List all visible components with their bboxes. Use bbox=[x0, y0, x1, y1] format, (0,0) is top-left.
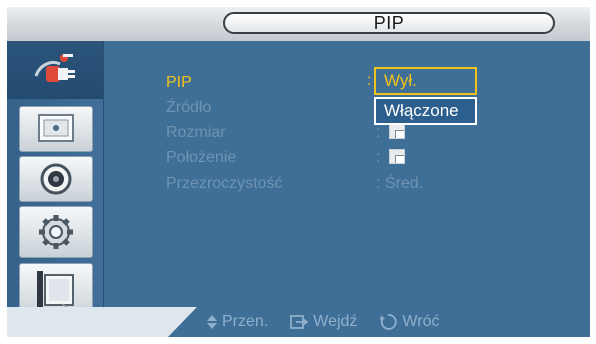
menu-option-position[interactable]: Położenie bbox=[166, 149, 236, 167]
title-bar: PIP bbox=[7, 7, 590, 42]
help-return-label: Wróć bbox=[402, 313, 440, 330]
help-move-label: Przen. bbox=[222, 313, 269, 330]
position-colon: : bbox=[376, 149, 381, 166]
up-down-arrow-icon bbox=[207, 315, 217, 329]
help-return: Wróć bbox=[379, 313, 439, 331]
sidebar-item-sound[interactable] bbox=[19, 156, 93, 202]
help-bar: Przen. Wejdź Wróć bbox=[7, 307, 590, 337]
menu-option-source[interactable]: Źródło bbox=[166, 99, 211, 117]
dropdown-option-off[interactable]: Wył. bbox=[374, 67, 477, 95]
sidebar-item-settings[interactable] bbox=[19, 206, 93, 258]
help-enter: Wejdź bbox=[290, 313, 357, 331]
help-hints: Przen. Wejdź Wróć bbox=[207, 313, 439, 331]
sidebar-item-picture[interactable] bbox=[19, 106, 93, 152]
input-plug-icon bbox=[30, 50, 80, 90]
enter-icon bbox=[290, 314, 309, 330]
pip-dropdown[interactable]: Wył. Włączone bbox=[374, 67, 477, 128]
page-title: PIP bbox=[373, 12, 405, 33]
dropdown-option-on[interactable]: Włączone bbox=[374, 97, 477, 125]
menu-option-size[interactable]: Rozmiar bbox=[166, 124, 226, 142]
position-preview-icon bbox=[388, 149, 405, 164]
sound-speaker-icon bbox=[36, 161, 76, 197]
picture-icon bbox=[36, 112, 76, 146]
menu-option-pip[interactable]: PIP bbox=[166, 74, 192, 92]
pip-value-colon: : bbox=[367, 72, 372, 89]
help-enter-label: Wejdź bbox=[313, 313, 358, 330]
sidebar-item-input[interactable] bbox=[7, 41, 103, 99]
sidebar bbox=[7, 41, 104, 323]
settings-gear-icon bbox=[36, 212, 76, 252]
position-value: : bbox=[376, 149, 405, 167]
menu-panel: PIP Źródło Rozmiar Położenie Przezroczys… bbox=[7, 41, 590, 323]
help-bar-light-segment bbox=[7, 307, 197, 337]
transparency-value: : Śred. bbox=[376, 175, 424, 192]
return-icon bbox=[379, 313, 398, 331]
menu-option-transparency[interactable]: Przezroczystość bbox=[166, 175, 282, 193]
help-move: Przen. bbox=[207, 313, 268, 331]
title-pill: PIP bbox=[223, 12, 555, 34]
